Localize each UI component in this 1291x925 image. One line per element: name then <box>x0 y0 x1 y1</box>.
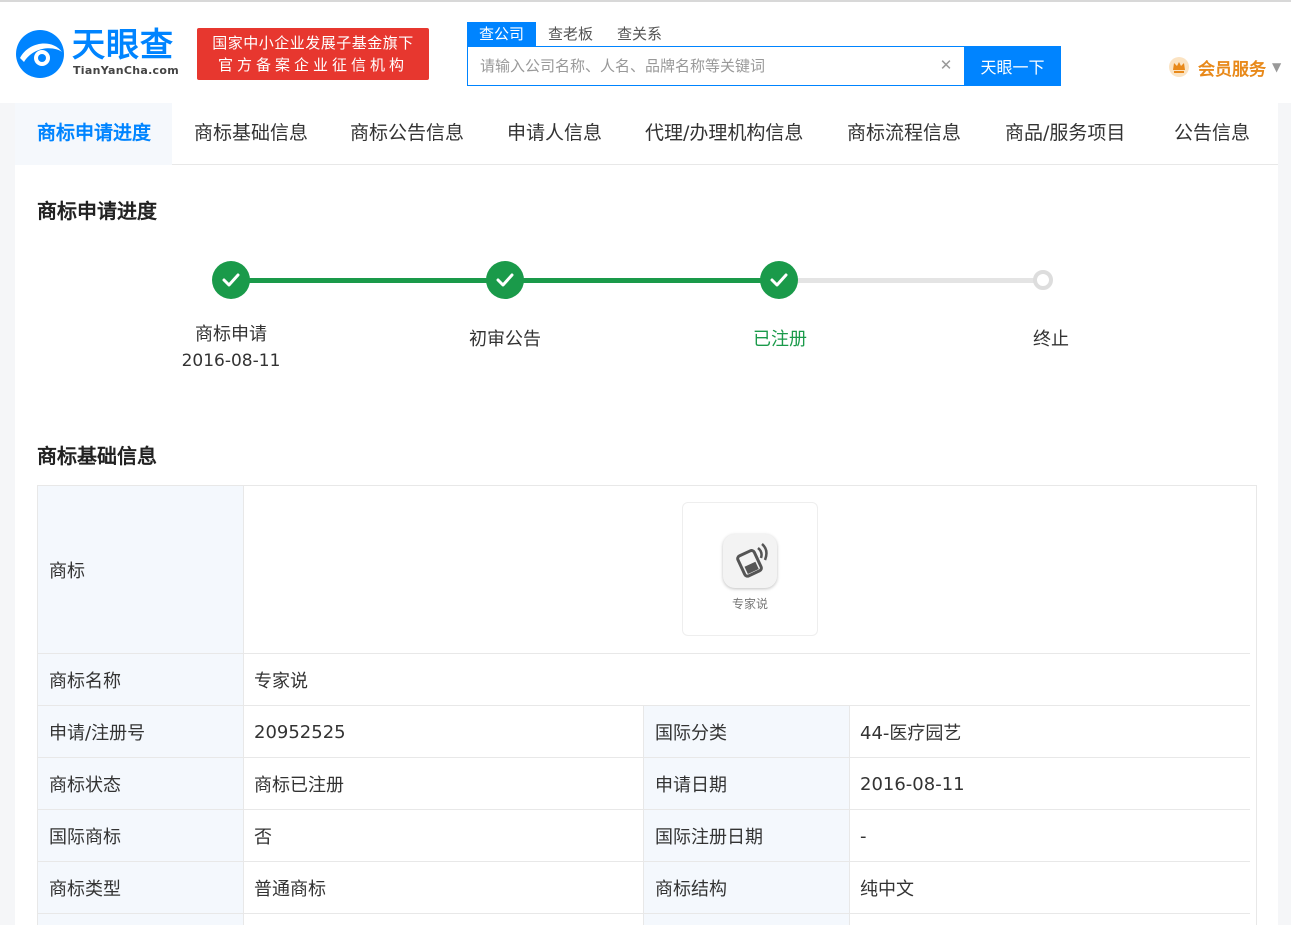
type-value: 普通商标 <box>254 879 326 900</box>
table-row-partial <box>644 914 849 925</box>
structure-label: 商标结构 <box>644 862 849 914</box>
official-badge: 国家中小企业发展子基金旗下 官方备案企业征信机构 <box>197 28 429 80</box>
logo-text: 天眼查 <box>72 25 174 64</box>
nav-tab-announcement[interactable]: 商标公告信息 <box>350 103 464 165</box>
tab-search-boss[interactable]: 查老板 <box>536 22 605 46</box>
column-divider <box>243 486 244 925</box>
tab-search-relation[interactable]: 查关系 <box>605 22 674 46</box>
reg-number-value: 20952525 <box>254 721 346 743</box>
trademark-detail-card: 商标申请进度 商标基础信息 商标公告信息 申请人信息 代理/办理机构信息 商标流… <box>15 103 1278 925</box>
progress-section-title: 商标申请进度 <box>37 199 157 223</box>
step-check-icon <box>212 261 250 299</box>
vip-label: 会员服务 <box>1198 59 1266 80</box>
column-divider <box>849 706 850 925</box>
step-check-icon <box>760 261 798 299</box>
search-tabs: 查公司 查老板 查关系 <box>467 22 674 46</box>
trademark-caption: 专家说 <box>731 597 768 611</box>
intl-reg-date-value: - <box>860 825 867 847</box>
progress-line-pending <box>797 278 1042 283</box>
basic-info-table: 商标 专家说 商标名称 专家说 申请/注册号 20952525 国际分类 44-… <box>37 485 1257 925</box>
step-label: 终止 <box>1033 329 1069 350</box>
badge-line1: 国家中小企业发展子基金旗下 <box>212 34 414 52</box>
search-input[interactable] <box>468 47 928 85</box>
eye-logo-icon <box>16 30 64 78</box>
clear-icon[interactable]: ✕ <box>936 55 956 75</box>
nav-tab-basic-info[interactable]: 商标基础信息 <box>194 103 308 165</box>
nav-tab-goods-services[interactable]: 商品/服务项目 <box>1005 103 1125 165</box>
progress-line-done <box>523 278 763 283</box>
table-row-partial <box>38 914 243 925</box>
step-pending-icon <box>1033 270 1053 290</box>
name-value: 专家说 <box>254 671 308 692</box>
search-button[interactable]: 天眼一下 <box>964 46 1061 86</box>
intl-trademark-value: 否 <box>254 827 272 848</box>
status-value: 商标已注册 <box>254 775 344 796</box>
tab-search-company[interactable]: 查公司 <box>467 22 537 46</box>
basic-info-section-title: 商标基础信息 <box>37 444 157 468</box>
vip-service-menu[interactable]: 会员服务 ▼ <box>1168 54 1281 80</box>
nav-tab-progress[interactable]: 商标申请进度 <box>15 103 172 165</box>
tianyancha-logo[interactable]: 天眼查 TianYanCha.com <box>14 26 190 82</box>
nav-tab-process[interactable]: 商标流程信息 <box>847 103 961 165</box>
name-label: 商标名称 <box>38 654 243 706</box>
type-label: 商标类型 <box>38 862 243 914</box>
trademark-image[interactable]: 专家说 <box>682 502 818 636</box>
trademark-logo-icon <box>723 534 777 588</box>
reg-number-label: 申请/注册号 <box>38 706 243 758</box>
apply-date-value: 2016-08-11 <box>860 773 965 795</box>
column-divider <box>643 706 644 925</box>
trademark-label: 商标 <box>38 486 243 654</box>
step-label-current: 已注册 <box>753 329 807 350</box>
nav-tab-applicant[interactable]: 申请人信息 <box>507 103 602 165</box>
nav-tab-notice[interactable]: 公告信息 <box>1174 103 1250 165</box>
top-header: 天眼查 TianYanCha.com 国家中小企业发展子基金旗下 官方备案企业征… <box>0 0 1291 103</box>
search-box: ✕ <box>467 46 965 86</box>
intl-trademark-label: 国际商标 <box>38 810 243 862</box>
step-label: 商标申请 <box>195 324 267 345</box>
step-date: 2016-08-11 <box>181 351 281 371</box>
progress-line-done <box>249 278 489 283</box>
section-nav: 商标申请进度 商标基础信息 商标公告信息 申请人信息 代理/办理机构信息 商标流… <box>15 103 1278 165</box>
badge-line2: 官方备案企业征信机构 <box>217 56 408 74</box>
crown-icon <box>1169 57 1189 77</box>
step-label: 初审公告 <box>469 329 541 350</box>
status-label: 商标状态 <box>38 758 243 810</box>
apply-date-label: 申请日期 <box>644 758 849 810</box>
intl-class-value: 44-医疗园艺 <box>860 723 962 744</box>
nav-tab-agency[interactable]: 代理/办理机构信息 <box>645 103 803 165</box>
structure-value: 纯中文 <box>860 879 914 900</box>
intl-class-label: 国际分类 <box>644 706 849 758</box>
step-check-icon <box>486 261 524 299</box>
intl-reg-date-label: 国际注册日期 <box>644 810 849 862</box>
chevron-down-icon: ▼ <box>1272 60 1282 74</box>
logo-subtext: TianYanCha.com <box>73 64 179 77</box>
